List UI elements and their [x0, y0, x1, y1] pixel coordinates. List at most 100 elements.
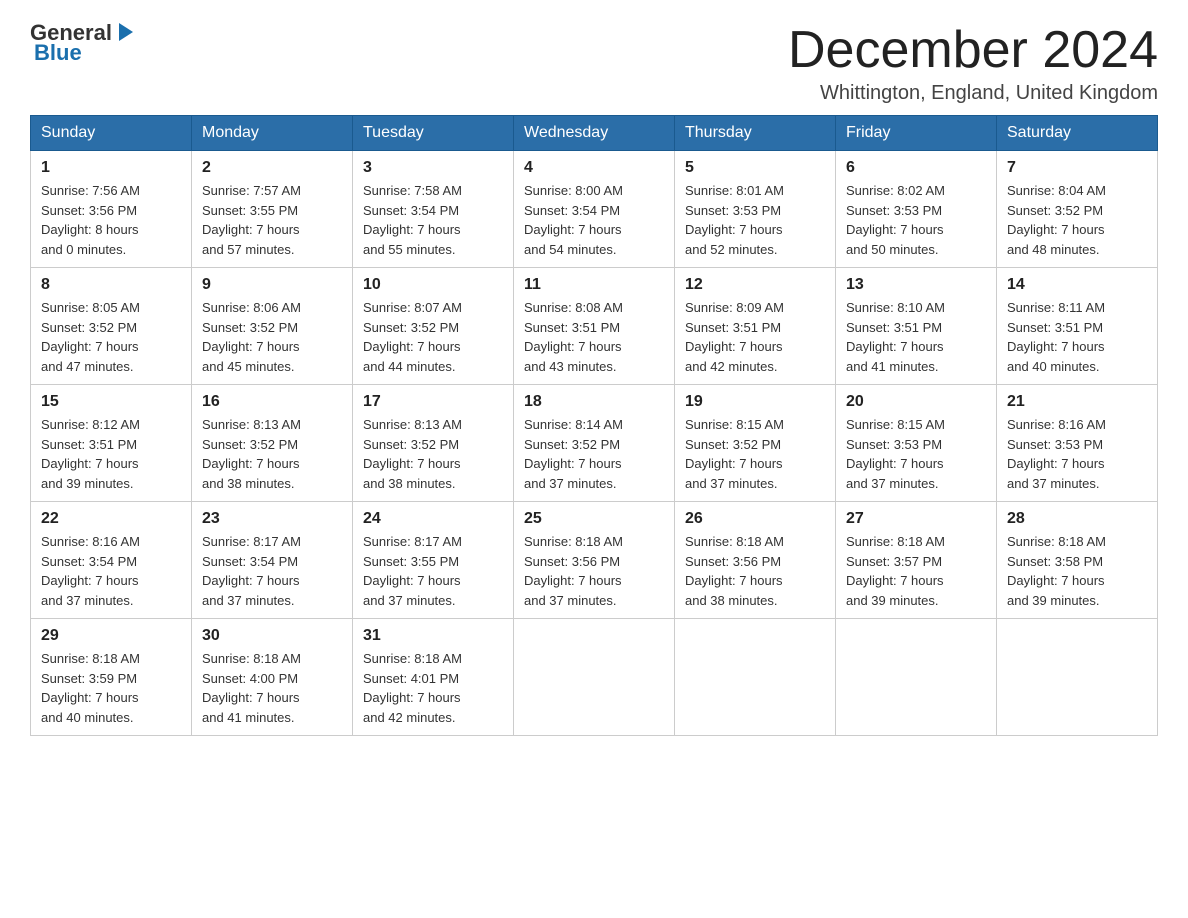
day-number: 1: [41, 159, 181, 177]
day-info: Sunrise: 8:18 AMSunset: 3:56 PMDaylight:…: [685, 534, 784, 608]
day-number: 20: [846, 393, 986, 411]
day-number: 31: [363, 627, 503, 645]
day-info: Sunrise: 8:15 AMSunset: 3:53 PMDaylight:…: [846, 417, 945, 491]
table-row: 1 Sunrise: 7:56 AMSunset: 3:56 PMDayligh…: [31, 151, 192, 268]
table-row: 29 Sunrise: 8:18 AMSunset: 3:59 PMDaylig…: [31, 619, 192, 736]
title-block: December 2024 Whittington, England, Unit…: [788, 20, 1158, 105]
day-number: 26: [685, 510, 825, 528]
day-info: Sunrise: 8:13 AMSunset: 3:52 PMDaylight:…: [202, 417, 301, 491]
day-number: 18: [524, 393, 664, 411]
day-number: 14: [1007, 276, 1147, 294]
day-number: 19: [685, 393, 825, 411]
day-number: 25: [524, 510, 664, 528]
day-number: 28: [1007, 510, 1147, 528]
table-row: 2 Sunrise: 7:57 AMSunset: 3:55 PMDayligh…: [192, 151, 353, 268]
table-row: 27 Sunrise: 8:18 AMSunset: 3:57 PMDaylig…: [836, 502, 997, 619]
day-info: Sunrise: 8:17 AMSunset: 3:55 PMDaylight:…: [363, 534, 462, 608]
day-info: Sunrise: 8:05 AMSunset: 3:52 PMDaylight:…: [41, 300, 140, 374]
day-number: 8: [41, 276, 181, 294]
table-row: 18 Sunrise: 8:14 AMSunset: 3:52 PMDaylig…: [514, 385, 675, 502]
day-number: 29: [41, 627, 181, 645]
table-row: 8 Sunrise: 8:05 AMSunset: 3:52 PMDayligh…: [31, 268, 192, 385]
table-row: 5 Sunrise: 8:01 AMSunset: 3:53 PMDayligh…: [675, 151, 836, 268]
day-info: Sunrise: 8:04 AMSunset: 3:52 PMDaylight:…: [1007, 183, 1106, 257]
table-row: 28 Sunrise: 8:18 AMSunset: 3:58 PMDaylig…: [997, 502, 1158, 619]
calendar-header-row: Sunday Monday Tuesday Wednesday Thursday…: [31, 116, 1158, 151]
calendar-week-row: 29 Sunrise: 8:18 AMSunset: 3:59 PMDaylig…: [31, 619, 1158, 736]
table-row: 7 Sunrise: 8:04 AMSunset: 3:52 PMDayligh…: [997, 151, 1158, 268]
day-info: Sunrise: 8:18 AMSunset: 3:58 PMDaylight:…: [1007, 534, 1106, 608]
day-info: Sunrise: 8:07 AMSunset: 3:52 PMDaylight:…: [363, 300, 462, 374]
table-row: 12 Sunrise: 8:09 AMSunset: 3:51 PMDaylig…: [675, 268, 836, 385]
day-info: Sunrise: 8:09 AMSunset: 3:51 PMDaylight:…: [685, 300, 784, 374]
day-info: Sunrise: 8:06 AMSunset: 3:52 PMDaylight:…: [202, 300, 301, 374]
table-row: 26 Sunrise: 8:18 AMSunset: 3:56 PMDaylig…: [675, 502, 836, 619]
day-number: 22: [41, 510, 181, 528]
table-row: [836, 619, 997, 736]
day-number: 7: [1007, 159, 1147, 177]
table-row: 15 Sunrise: 8:12 AMSunset: 3:51 PMDaylig…: [31, 385, 192, 502]
day-info: Sunrise: 7:58 AMSunset: 3:54 PMDaylight:…: [363, 183, 462, 257]
table-row: 11 Sunrise: 8:08 AMSunset: 3:51 PMDaylig…: [514, 268, 675, 385]
day-info: Sunrise: 8:01 AMSunset: 3:53 PMDaylight:…: [685, 183, 784, 257]
day-number: 4: [524, 159, 664, 177]
col-tuesday: Tuesday: [353, 116, 514, 151]
day-info: Sunrise: 8:12 AMSunset: 3:51 PMDaylight:…: [41, 417, 140, 491]
table-row: 16 Sunrise: 8:13 AMSunset: 3:52 PMDaylig…: [192, 385, 353, 502]
day-number: 24: [363, 510, 503, 528]
table-row: [997, 619, 1158, 736]
day-number: 3: [363, 159, 503, 177]
day-info: Sunrise: 8:16 AMSunset: 3:53 PMDaylight:…: [1007, 417, 1106, 491]
col-friday: Friday: [836, 116, 997, 151]
col-monday: Monday: [192, 116, 353, 151]
day-number: 2: [202, 159, 342, 177]
table-row: 6 Sunrise: 8:02 AMSunset: 3:53 PMDayligh…: [836, 151, 997, 268]
day-number: 10: [363, 276, 503, 294]
table-row: [514, 619, 675, 736]
day-number: 13: [846, 276, 986, 294]
logo-blue: Blue: [34, 40, 82, 66]
calendar-week-row: 1 Sunrise: 7:56 AMSunset: 3:56 PMDayligh…: [31, 151, 1158, 268]
month-title: December 2024: [788, 20, 1158, 80]
col-wednesday: Wednesday: [514, 116, 675, 151]
table-row: 17 Sunrise: 8:13 AMSunset: 3:52 PMDaylig…: [353, 385, 514, 502]
col-thursday: Thursday: [675, 116, 836, 151]
table-row: 14 Sunrise: 8:11 AMSunset: 3:51 PMDaylig…: [997, 268, 1158, 385]
col-sunday: Sunday: [31, 116, 192, 151]
day-number: 21: [1007, 393, 1147, 411]
table-row: 9 Sunrise: 8:06 AMSunset: 3:52 PMDayligh…: [192, 268, 353, 385]
table-row: 31 Sunrise: 8:18 AMSunset: 4:01 PMDaylig…: [353, 619, 514, 736]
day-info: Sunrise: 8:18 AMSunset: 4:00 PMDaylight:…: [202, 651, 301, 725]
table-row: 23 Sunrise: 8:17 AMSunset: 3:54 PMDaylig…: [192, 502, 353, 619]
table-row: 19 Sunrise: 8:15 AMSunset: 3:52 PMDaylig…: [675, 385, 836, 502]
day-info: Sunrise: 8:17 AMSunset: 3:54 PMDaylight:…: [202, 534, 301, 608]
day-info: Sunrise: 8:00 AMSunset: 3:54 PMDaylight:…: [524, 183, 623, 257]
logo-arrow-icon: [115, 21, 137, 43]
day-info: Sunrise: 7:56 AMSunset: 3:56 PMDaylight:…: [41, 183, 140, 257]
calendar-week-row: 15 Sunrise: 8:12 AMSunset: 3:51 PMDaylig…: [31, 385, 1158, 502]
day-info: Sunrise: 8:02 AMSunset: 3:53 PMDaylight:…: [846, 183, 945, 257]
table-row: 20 Sunrise: 8:15 AMSunset: 3:53 PMDaylig…: [836, 385, 997, 502]
day-number: 30: [202, 627, 342, 645]
location: Whittington, England, United Kingdom: [788, 82, 1158, 105]
col-saturday: Saturday: [997, 116, 1158, 151]
day-number: 9: [202, 276, 342, 294]
calendar-week-row: 22 Sunrise: 8:16 AMSunset: 3:54 PMDaylig…: [31, 502, 1158, 619]
day-info: Sunrise: 8:15 AMSunset: 3:52 PMDaylight:…: [685, 417, 784, 491]
day-info: Sunrise: 8:08 AMSunset: 3:51 PMDaylight:…: [524, 300, 623, 374]
table-row: 3 Sunrise: 7:58 AMSunset: 3:54 PMDayligh…: [353, 151, 514, 268]
day-info: Sunrise: 8:16 AMSunset: 3:54 PMDaylight:…: [41, 534, 140, 608]
table-row: 10 Sunrise: 8:07 AMSunset: 3:52 PMDaylig…: [353, 268, 514, 385]
table-row: 30 Sunrise: 8:18 AMSunset: 4:00 PMDaylig…: [192, 619, 353, 736]
day-info: Sunrise: 8:18 AMSunset: 3:59 PMDaylight:…: [41, 651, 140, 725]
day-number: 6: [846, 159, 986, 177]
day-number: 23: [202, 510, 342, 528]
table-row: [675, 619, 836, 736]
table-row: 13 Sunrise: 8:10 AMSunset: 3:51 PMDaylig…: [836, 268, 997, 385]
logo: General Blue: [30, 20, 137, 66]
day-number: 27: [846, 510, 986, 528]
calendar-table: Sunday Monday Tuesday Wednesday Thursday…: [30, 115, 1158, 736]
day-info: Sunrise: 8:10 AMSunset: 3:51 PMDaylight:…: [846, 300, 945, 374]
day-info: Sunrise: 8:18 AMSunset: 4:01 PMDaylight:…: [363, 651, 462, 725]
day-number: 11: [524, 276, 664, 294]
